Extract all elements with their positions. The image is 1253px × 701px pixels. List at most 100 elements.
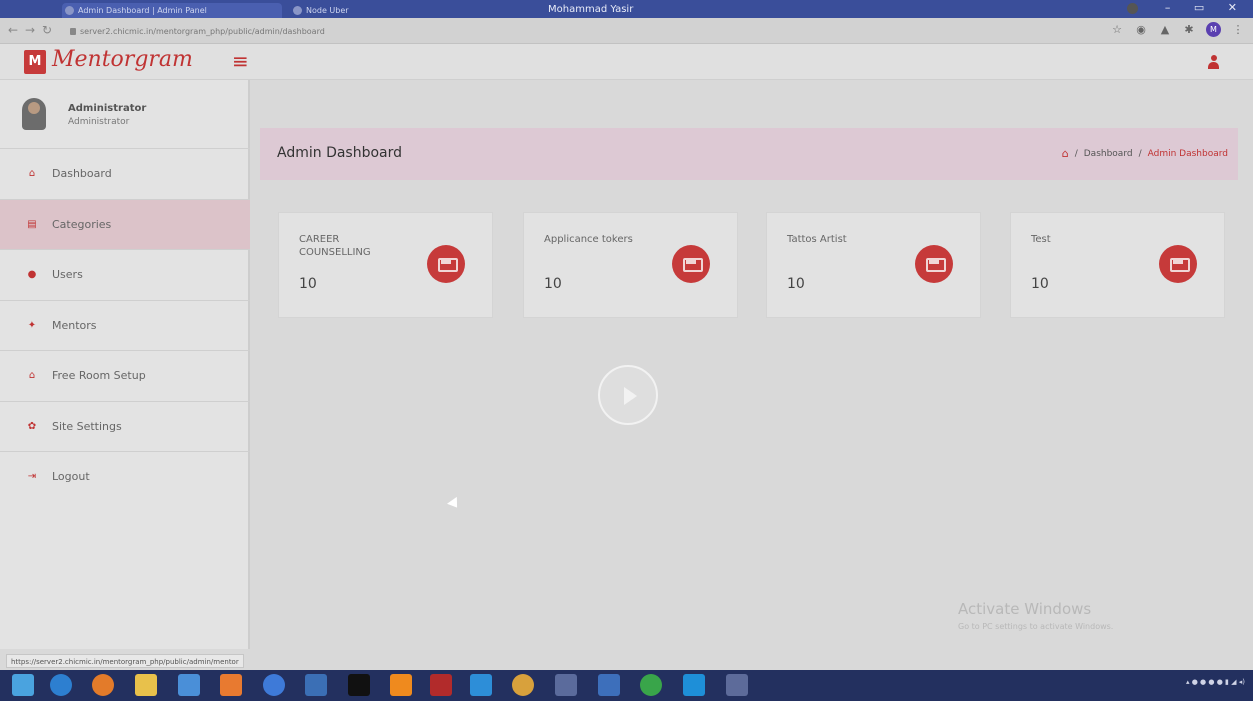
- sidebar-item-logout[interactable]: ⇥ Logout: [0, 452, 250, 503]
- card-label: Applicance tokers: [544, 234, 633, 245]
- page-title: Admin Dashboard: [277, 145, 403, 161]
- hamburger-icon[interactable]: ≡: [232, 49, 249, 73]
- tab-label: Admin Dashboard | Admin Panel: [78, 6, 207, 15]
- stat-card[interactable]: Applicance tokers 10: [523, 212, 738, 318]
- mentors-icon: ✦: [27, 319, 37, 331]
- users-icon: ●: [27, 269, 37, 280]
- bed-icon: [427, 245, 465, 283]
- watermark-subtitle: Go to PC settings to activate Windows.: [958, 622, 1114, 631]
- play-button[interactable]: [598, 365, 658, 425]
- file-explorer-icon[interactable]: [135, 674, 157, 696]
- back-arrow-icon[interactable]: ←: [8, 23, 18, 37]
- sidebar-item-users[interactable]: ● Users: [0, 250, 250, 301]
- sidebar-item-site-settings[interactable]: ✿ Site Settings: [0, 402, 250, 452]
- browser-tab-node[interactable]: Node Uber: [290, 3, 430, 18]
- sidebar-item-free-room-setup[interactable]: ⌂ Free Room Setup: [0, 351, 250, 402]
- forward-arrow-icon[interactable]: →: [25, 23, 35, 37]
- card-value: 10: [299, 276, 317, 292]
- start-icon[interactable]: [12, 674, 34, 696]
- network-icon[interactable]: [305, 674, 327, 696]
- settings-icon: ✿: [27, 420, 37, 432]
- sidebar-item-label: Free Room Setup: [52, 369, 146, 382]
- sidebar-item-label: Users: [52, 268, 83, 281]
- app-icon[interactable]: [555, 674, 577, 696]
- stat-card[interactable]: CAREER COUNSELLING 10: [278, 212, 493, 318]
- taskbar: ▴ ● ● ● ● ▮ ◢ ◂): [0, 670, 1253, 701]
- more-menu-icon[interactable]: ⋮: [1231, 23, 1245, 37]
- user-icon[interactable]: [1208, 55, 1219, 69]
- maps-icon[interactable]: [263, 674, 285, 696]
- app-header: M Mentorgram ≡: [0, 44, 1253, 80]
- browser-tab-admin[interactable]: Admin Dashboard | Admin Panel: [62, 3, 282, 18]
- profile-name: Administrator: [68, 103, 147, 114]
- system-tray[interactable]: ▴ ● ● ● ● ▮ ◢ ◂): [1186, 678, 1245, 686]
- extension-icons: ☆ ◉ ▲ ✱ M ⋮: [1110, 22, 1245, 37]
- sublime-icon[interactable]: [390, 674, 412, 696]
- sidebar-item-mentors[interactable]: ✦ Mentors: [0, 301, 250, 351]
- chrome-icon[interactable]: [512, 674, 534, 696]
- lock-icon: [70, 28, 76, 35]
- stat-card[interactable]: Tattos Artist 10: [766, 212, 981, 318]
- categories-icon: ▤: [27, 218, 37, 230]
- sidebar-item-label: Categories: [52, 217, 112, 231]
- app-icon[interactable]: [178, 674, 200, 696]
- sidebar-item-categories[interactable]: ▤ Categories: [0, 199, 250, 250]
- stat-card[interactable]: Test 10: [1010, 212, 1225, 318]
- activate-windows-watermark: Activate Windows Go to PC settings to ac…: [958, 600, 1113, 631]
- bed-icon: [672, 245, 710, 283]
- breadcrumb-dashboard[interactable]: Dashboard: [1084, 149, 1133, 159]
- url-field[interactable]: server2.chicmic.in/mentorgram_php/public…: [60, 23, 1040, 40]
- sidebar-item-label: Mentors: [52, 318, 97, 332]
- breadcrumb-current: Admin Dashboard: [1147, 148, 1228, 159]
- main-content: Admin Dashboard ⌂ / Dashboard / Admin Da…: [252, 80, 1253, 649]
- profile-avatar-icon[interactable]: M: [1206, 22, 1221, 37]
- app-icon[interactable]: [598, 674, 620, 696]
- window-title: Mohammad Yasir: [548, 4, 634, 15]
- url-text: server2.chicmic.in/mentorgram_php/public…: [80, 27, 325, 36]
- bed-icon: [1159, 245, 1197, 283]
- card-label: Test: [1031, 234, 1051, 245]
- star-icon[interactable]: ☆: [1110, 23, 1124, 37]
- card-label: Tattos Artist: [787, 234, 847, 245]
- skype-icon[interactable]: [683, 674, 705, 696]
- puzzle-icon[interactable]: ✱: [1182, 23, 1196, 37]
- keyboard-icon[interactable]: [726, 674, 748, 696]
- stat-cards: CAREER COUNSELLING 10 Applicance tokers …: [278, 212, 1228, 318]
- profile-icon[interactable]: [1127, 3, 1138, 14]
- status-url-tooltip: https://server2.chicmic.in/mentorgram_ph…: [6, 654, 244, 668]
- ie-icon[interactable]: [50, 674, 72, 696]
- xampp-icon[interactable]: [220, 674, 242, 696]
- window-controls[interactable]: – ▭ ✕: [1165, 1, 1247, 14]
- breadcrumb-separator: /: [1138, 148, 1142, 159]
- address-bar-row: ← → ↻ server2.chicmic.in/mentorgram_php/…: [0, 18, 1253, 44]
- terminal-icon[interactable]: [348, 674, 370, 696]
- sidebar-profile: Administrator Administrator: [0, 80, 250, 149]
- page-header: Admin Dashboard ⌂ / Dashboard / Admin Da…: [260, 128, 1238, 180]
- card-value: 10: [544, 276, 562, 292]
- mouse-cursor-icon: [447, 496, 462, 512]
- logo-icon: M: [24, 50, 46, 74]
- breadcrumb: ⌂ / Dashboard / Admin Dashboard: [1062, 147, 1228, 160]
- home-icon[interactable]: ⌂: [1062, 147, 1069, 160]
- reload-icon[interactable]: ↻: [42, 23, 52, 37]
- logout-icon: ⇥: [27, 471, 37, 482]
- sidebar-item-label: Dashboard: [52, 167, 112, 180]
- vscode-icon[interactable]: [470, 674, 492, 696]
- card-label: CAREER COUNSELLING: [299, 234, 371, 258]
- card-value: 10: [787, 276, 805, 292]
- logo-text[interactable]: Mentorgram: [52, 47, 193, 72]
- firefox-icon[interactable]: [92, 674, 114, 696]
- extension-icon[interactable]: ◉: [1134, 23, 1148, 37]
- sidebar: Administrator Administrator ⌂ Dashboard …: [0, 80, 250, 649]
- avatar: [22, 98, 46, 130]
- upwork-icon[interactable]: [640, 674, 662, 696]
- globe-icon: [65, 6, 74, 15]
- bed-icon: [915, 245, 953, 283]
- sidebar-item-label: Site Settings: [52, 419, 122, 433]
- filezilla-icon[interactable]: [430, 674, 452, 696]
- extension-icon[interactable]: ▲: [1158, 23, 1172, 37]
- globe-icon: [293, 6, 302, 15]
- sidebar-item-dashboard[interactable]: ⌂ Dashboard: [0, 149, 250, 200]
- home-icon: ⌂: [28, 370, 36, 381]
- sidebar-item-label: Logout: [52, 470, 90, 483]
